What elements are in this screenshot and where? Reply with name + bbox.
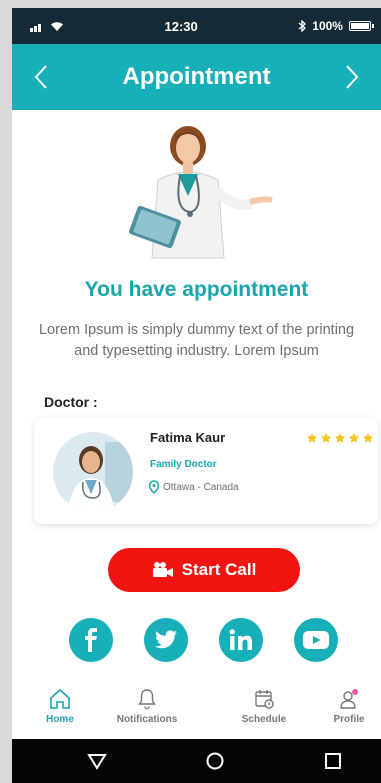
- twitter-icon[interactable]: [144, 618, 188, 662]
- doctor-avatar: [53, 432, 133, 512]
- chevron-left-icon: [34, 65, 47, 89]
- home-icon: [50, 688, 70, 709]
- appointment-description: Lorem Ipsum is simply dummy text of the …: [38, 322, 355, 359]
- star-icon: [320, 433, 332, 443]
- page-title: Appointment: [122, 63, 271, 90]
- bell-icon: [138, 689, 156, 710]
- doctor-illustration-icon: [128, 126, 273, 259]
- tab-profile[interactable]: Profile: [312, 687, 381, 725]
- doctor-location-text: Ottawa - Canada: [163, 481, 239, 493]
- doctor-name: Fatima Kaur: [150, 430, 226, 445]
- youtube-icon[interactable]: [294, 618, 338, 662]
- user-icon: [340, 689, 358, 709]
- start-call-label: Start Call: [181, 560, 257, 579]
- forward-button[interactable]: [337, 57, 367, 97]
- signal-icon: [30, 23, 41, 32]
- star-icon: [348, 433, 360, 443]
- start-call-button[interactable]: Start Call: [108, 548, 300, 592]
- battery-icon: [348, 21, 374, 31]
- status-time: 12:30: [164, 18, 198, 34]
- video-camera-icon: [152, 562, 173, 577]
- bluetooth-icon: [298, 20, 307, 32]
- tab-home[interactable]: Home: [23, 687, 97, 725]
- nav-recents-icon[interactable]: [323, 751, 343, 771]
- doctor-role: Family Doctor: [150, 459, 217, 470]
- star-icon: [334, 433, 346, 443]
- doctor-rating: [306, 432, 374, 444]
- system-nav-bar: [12, 739, 381, 783]
- tab-home-label: Home: [46, 714, 74, 725]
- tab-profile-label: Profile: [333, 714, 365, 725]
- doctor-illustration: [12, 120, 381, 260]
- nav-back-icon[interactable]: [87, 751, 107, 771]
- tab-schedule-label: Schedule: [241, 714, 287, 725]
- facebook-icon[interactable]: [69, 618, 113, 662]
- battery-percent: 100%: [312, 19, 343, 33]
- linkedin-icon[interactable]: [219, 618, 263, 662]
- nav-home-icon[interactable]: [205, 751, 225, 771]
- star-icon: [362, 433, 374, 443]
- doctor-card[interactable]: Fatima Kaur Family Doctor Ottawa - Canad…: [34, 418, 378, 524]
- back-button[interactable]: [26, 57, 56, 97]
- chevron-right-icon: [346, 65, 359, 89]
- star-icon: [306, 433, 318, 443]
- bottom-tab-bar: Home Notifications Schedule Profile: [12, 683, 381, 739]
- tab-schedule[interactable]: Schedule: [227, 687, 301, 725]
- app-bar: Appointment: [12, 44, 381, 110]
- doctor-location: Ottawa - Canada: [148, 480, 239, 494]
- location-pin-icon: [148, 480, 160, 494]
- tab-notifications-label: Notifications: [116, 714, 178, 725]
- calendar-clock-icon: [255, 690, 274, 709]
- wifi-icon: [51, 21, 63, 31]
- doctor-section-label: Doctor :: [44, 394, 98, 410]
- phone-screen: 12:30 100% Appointment You have appointm…: [12, 8, 381, 783]
- tab-notifications[interactable]: Notifications: [110, 687, 184, 725]
- status-bar: 12:30 100%: [12, 8, 381, 44]
- appointment-headline: You have appointment: [84, 278, 309, 301]
